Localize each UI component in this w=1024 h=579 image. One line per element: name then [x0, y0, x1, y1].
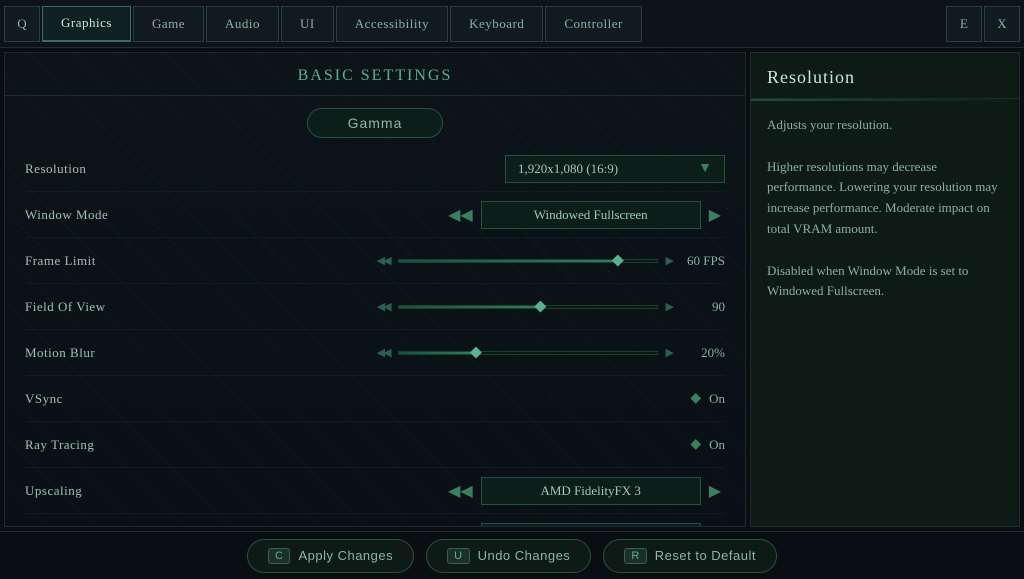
dropdown-arrow-icon: ▼ — [698, 161, 712, 177]
resolution-row: Resolution 1,920x1,080 (16:9) ▼ — [25, 146, 725, 192]
fov-thumb[interactable] — [534, 301, 546, 313]
bottom-bar: C Apply Changes U Undo Changes R Reset t… — [0, 531, 1024, 579]
reset-label: Reset to Default — [655, 548, 756, 563]
motion-blur-fill — [399, 352, 476, 354]
vsync-control: ◆ On — [225, 390, 725, 407]
panel-title: Basic Settings — [5, 53, 745, 96]
motion-blur-row: Motion Blur ◀◀ ▶ 20% — [25, 330, 725, 376]
frame-limit-row: Frame Limit ◀◀ ▶ 60 FPS — [25, 238, 725, 284]
fsr-selector: ◀◀ Quality ▶ — [444, 523, 725, 528]
motion-blur-control: ◀◀ ▶ 20% — [225, 345, 725, 361]
window-mode-right-arrow[interactable]: ▶ — [705, 205, 725, 225]
fsr-control: ◀◀ Quality ▶ — [225, 523, 725, 528]
undo-changes-button[interactable]: U Undo Changes — [426, 539, 591, 573]
resolution-label: Resolution — [25, 161, 225, 177]
upscaling-label: Upscaling — [25, 483, 225, 499]
gamma-button-wrap: Gamma — [5, 96, 745, 146]
settings-rows: Resolution 1,920x1,080 (16:9) ▼ Window M… — [5, 146, 745, 527]
q-icon[interactable]: Q — [4, 6, 40, 42]
tab-keyboard[interactable]: Keyboard — [450, 6, 543, 42]
upscaling-right-arrow[interactable]: ▶ — [705, 481, 725, 501]
window-mode-row: Window Mode ◀◀ Windowed Fullscreen ▶ — [25, 192, 725, 238]
upscaling-control: ◀◀ AMD FidelityFX 3 ▶ — [225, 477, 725, 505]
fov-row: Field Of View ◀◀ ▶ 90 — [25, 284, 725, 330]
ray-tracing-value: On — [709, 437, 725, 453]
main-content: Basic Settings Gamma Resolution 1,920x1,… — [0, 48, 1024, 531]
reset-to-default-button[interactable]: R Reset to Default — [603, 539, 777, 573]
gamma-button[interactable]: Gamma — [307, 108, 444, 138]
resolution-value: 1,920x1,080 (16:9) — [518, 161, 618, 177]
apply-label: Apply Changes — [298, 548, 393, 563]
motion-blur-right-arrows[interactable]: ▶ — [666, 346, 672, 359]
vsync-label: VSync — [25, 391, 225, 407]
tab-accessibility[interactable]: Accessibility — [336, 6, 448, 42]
vsync-toggle-icon[interactable]: ◆ — [690, 390, 701, 407]
tab-graphics[interactable]: Graphics — [42, 6, 131, 42]
upscaling-value: AMD FidelityFX 3 — [481, 477, 701, 505]
fsr-right-arrow[interactable]: ▶ — [705, 527, 725, 528]
e-icon[interactable]: E — [946, 6, 982, 42]
frame-limit-control: ◀◀ ▶ 60 FPS — [225, 253, 725, 269]
info-panel: Resolution Adjusts your resolution. High… — [750, 52, 1020, 527]
frame-limit-value: 60 FPS — [680, 253, 725, 269]
settings-panel: Basic Settings Gamma Resolution 1,920x1,… — [4, 52, 746, 527]
ray-tracing-toggle-icon[interactable]: ◆ — [690, 436, 701, 453]
undo-label: Undo Changes — [478, 548, 571, 563]
apply-changes-button[interactable]: C Apply Changes — [247, 539, 414, 573]
apply-key: C — [268, 548, 290, 564]
tab-game[interactable]: Game — [133, 6, 204, 42]
window-mode-label: Window Mode — [25, 207, 225, 223]
reset-key: R — [624, 548, 646, 564]
tab-ui[interactable]: UI — [281, 6, 334, 42]
fsr-left-arrow[interactable]: ◀◀ — [444, 527, 477, 528]
tab-audio[interactable]: Audio — [206, 6, 279, 42]
fov-label: Field Of View — [25, 299, 225, 315]
fov-left-arrows[interactable]: ◀◀ — [377, 300, 390, 313]
frame-limit-label: Frame Limit — [25, 253, 225, 269]
fov-right-arrows[interactable]: ▶ — [666, 300, 672, 313]
upscaling-selector: ◀◀ AMD FidelityFX 3 ▶ — [444, 477, 725, 505]
fsr-row: FSR Super Resolution Quality ◀◀ Quality … — [25, 514, 725, 527]
resolution-dropdown[interactable]: 1,920x1,080 (16:9) ▼ — [505, 155, 725, 183]
ray-tracing-row: Ray Tracing ◆ On — [25, 422, 725, 468]
undo-key: U — [447, 548, 469, 564]
vsync-row: VSync ◆ On — [25, 376, 725, 422]
frame-limit-left-arrows[interactable]: ◀◀ — [377, 254, 390, 267]
x-close-icon[interactable]: X — [984, 6, 1020, 42]
ray-tracing-control: ◆ On — [225, 436, 725, 453]
motion-blur-track[interactable] — [398, 351, 658, 355]
window-mode-control: ◀◀ Windowed Fullscreen ▶ — [225, 201, 725, 229]
info-text: Adjusts your resolution. Higher resoluti… — [751, 101, 1019, 316]
vsync-value: On — [709, 391, 725, 407]
tab-controller[interactable]: Controller — [545, 6, 641, 42]
motion-blur-thumb[interactable] — [470, 347, 482, 359]
frame-limit-track[interactable] — [398, 259, 658, 263]
upscaling-left-arrow[interactable]: ◀◀ — [444, 481, 477, 501]
window-mode-selector: ◀◀ Windowed Fullscreen ▶ — [444, 201, 725, 229]
upscaling-row: Upscaling ◀◀ AMD FidelityFX 3 ▶ — [25, 468, 725, 514]
top-navigation: Q Graphics Game Audio UI Accessibility K… — [0, 0, 1024, 48]
fov-value: 90 — [680, 299, 725, 315]
fov-track[interactable] — [398, 305, 658, 309]
frame-limit-fill — [399, 260, 618, 262]
window-mode-value: Windowed Fullscreen — [481, 201, 701, 229]
info-title: Resolution — [751, 53, 1019, 99]
ray-tracing-label: Ray Tracing — [25, 437, 225, 453]
window-mode-left-arrow[interactable]: ◀◀ — [444, 205, 477, 225]
fov-control: ◀◀ ▶ 90 — [225, 299, 725, 315]
fov-fill — [399, 306, 541, 308]
frame-limit-thumb[interactable] — [612, 255, 624, 267]
resolution-control: 1,920x1,080 (16:9) ▼ — [225, 155, 725, 183]
motion-blur-value: 20% — [680, 345, 725, 361]
frame-limit-right-arrows[interactable]: ▶ — [666, 254, 672, 267]
motion-blur-left-arrows[interactable]: ◀◀ — [377, 346, 390, 359]
fsr-value: Quality — [481, 523, 701, 528]
motion-blur-label: Motion Blur — [25, 345, 225, 361]
